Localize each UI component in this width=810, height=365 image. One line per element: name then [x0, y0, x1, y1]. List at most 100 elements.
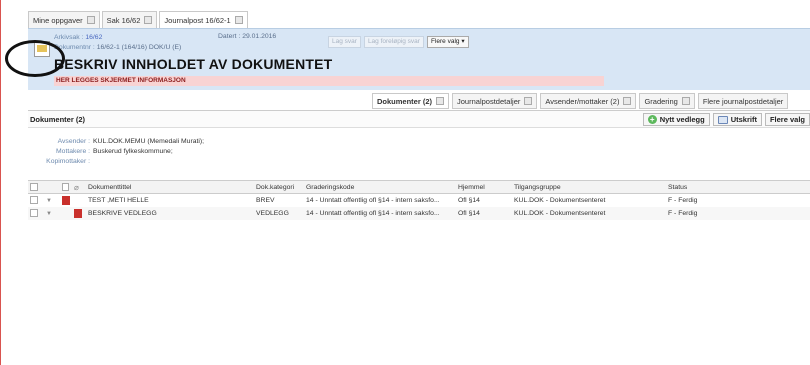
journalpost-header: Arkivsak : 16/62 Dokumentnr : 16/62-1 (1…	[28, 28, 810, 90]
pdf-icon[interactable]	[74, 208, 82, 218]
row-attach-cell	[72, 206, 86, 220]
row-type-cell	[60, 194, 72, 207]
select-all-cell	[28, 180, 44, 194]
new-attachment-button[interactable]: + Nytt vedlegg	[642, 113, 710, 126]
cell-hjemmel: Ofl §14	[456, 206, 512, 220]
cell-graderingskode: 14 - Unntatt offentlig ofl §14 - intern …	[306, 196, 440, 204]
paperclip-icon: ⌀	[74, 182, 79, 192]
cell-dok-kategori: VEDLEGG	[254, 206, 304, 220]
dokumentnr-value: 16/62-1 (164/16) DOK/U (E)	[96, 44, 182, 51]
toolbar-actions: + Nytt vedlegg Utskrift Flere valg	[642, 113, 810, 126]
table-header: ⌀ Dokumenttittel Dok.kategori Graderings…	[28, 180, 810, 194]
cell-hjemmel: Ofl §14	[458, 196, 480, 204]
tab-journalpostdetaljer[interactable]: Journalpostdetaljer	[452, 93, 538, 109]
cell-dok-kategori: BREV	[256, 196, 275, 204]
row-select-cell	[28, 206, 44, 220]
row-type-cell	[60, 206, 72, 220]
printer-icon	[717, 115, 728, 124]
cell-status: F - Ferdig	[668, 196, 698, 204]
close-icon[interactable]	[86, 16, 95, 24]
button-label: Utskrift	[730, 115, 757, 124]
tab-gradering[interactable]: Gradering	[639, 93, 695, 109]
tab-label: Dokumenter (2)	[377, 96, 433, 106]
col-tilgangsgruppe[interactable]: Tilgangsgruppe	[512, 180, 666, 194]
dato-value: 29.01.2016	[242, 33, 277, 40]
expand-col	[44, 180, 60, 194]
col-dokumenttittel[interactable]: Dokumenttittel	[86, 180, 254, 194]
tab-label: Gradering	[644, 96, 678, 106]
doc-col	[60, 180, 72, 194]
table-row[interactable]: ▼ TEST ,METI HELLE BREV 14 - Unntatt off…	[28, 194, 810, 207]
screened-info: HER LEGGES SKJERMET INFORMASJON	[54, 76, 604, 86]
table-row[interactable]: ▼ BESKRIVE VEDLEGG VEDLEGG 14 - Unntatt …	[28, 206, 810, 220]
top-tabbar: Mine oppgaver Sak 16/62 Journalpost 16/6…	[28, 11, 248, 28]
button-label: Flere valg	[769, 115, 805, 124]
row-checkbox[interactable]	[30, 196, 38, 205]
sub-tabbar: Dokumenter (2) Journalpostdetaljer Avsen…	[372, 93, 789, 109]
cell-dokumenttittel[interactable]: BESKRIVE VEDLEGG	[86, 206, 254, 220]
row-attach-cell	[72, 194, 86, 207]
dato-label: Datert :	[218, 33, 241, 40]
documents-toolbar: Dokumenter (2) + Nytt vedlegg Utskrift Fl…	[28, 110, 810, 128]
arkivsak-label: Arkivsak :	[54, 34, 84, 41]
page-title: BESKRIV INNHOLDET AV DOKUMENTET	[54, 56, 333, 72]
cell-tilgangsgruppe: KUL.DOK - Dokumentsenteret	[514, 196, 606, 204]
lag-svar-button[interactable]: Lag svar	[328, 36, 361, 48]
tab-journalpost[interactable]: Journalpost 16/62-1	[159, 11, 248, 28]
mottakere-label: Mottakere :	[56, 148, 90, 155]
row-checkbox[interactable]	[30, 209, 38, 217]
tab-label: Mine oppgaver	[33, 15, 83, 25]
tab-label: Flere journalpostdetaljer	[702, 96, 784, 106]
avsender-label: Avsender :	[57, 138, 90, 145]
tab-label: Journalpost 16/62-1	[164, 15, 231, 25]
cell-graderingskode: 14 - Unntatt offentlig ofl §14 - intern …	[304, 206, 456, 220]
close-icon[interactable]	[681, 97, 690, 105]
row-select-cell	[28, 194, 44, 207]
close-icon[interactable]	[234, 16, 243, 24]
attach-col: ⌀	[72, 180, 86, 194]
close-icon[interactable]	[623, 97, 632, 105]
row-expand-cell: ▼	[44, 206, 60, 220]
button-label: Nytt vedlegg	[659, 115, 705, 124]
chevron-down-icon[interactable]: ▼	[46, 211, 52, 217]
plus-icon: +	[647, 115, 657, 124]
select-all-checkbox[interactable]	[30, 183, 38, 191]
avsender-value: KUL.DOK.MEMU (Memedali Murati);	[93, 138, 205, 145]
tab-label: Sak 16/62	[106, 15, 141, 25]
section-title: Dokumenter (2)	[30, 115, 86, 124]
close-icon[interactable]	[524, 97, 533, 105]
close-icon[interactable]	[144, 16, 153, 24]
cell-status: F - Ferdig	[666, 206, 810, 220]
pdf-icon[interactable]	[62, 195, 70, 205]
kopimottaker-label: Kopimottaker :	[46, 158, 90, 165]
header-meta: Arkivsak : 16/62 Dokumentnr : 16/62-1 (1…	[54, 33, 181, 53]
col-graderingskode[interactable]: Graderingskode	[304, 180, 456, 194]
tab-label: Journalpostdetaljer	[457, 96, 521, 106]
col-status[interactable]: Status	[666, 180, 810, 194]
annotation-circle	[5, 40, 65, 77]
print-button[interactable]: Utskrift	[712, 113, 762, 126]
header-buttons: Lag svar Lag foreløpig svar Flere valg ▾	[328, 36, 469, 48]
tab-dokumenter[interactable]: Dokumenter (2)	[372, 93, 450, 109]
dato: Datert : 29.01.2016	[218, 33, 276, 40]
document-icon	[62, 183, 69, 191]
row-expand-cell: ▼	[44, 194, 60, 207]
cell-dokumenttittel[interactable]: TEST ,METI HELLE	[86, 194, 254, 207]
tab-flere-journalpostdetaljer[interactable]: Flere journalpostdetaljer	[697, 93, 789, 109]
col-dok-kategori[interactable]: Dok.kategori	[254, 180, 304, 194]
tab-sak[interactable]: Sak 16/62	[101, 11, 158, 28]
close-icon[interactable]	[436, 97, 445, 105]
more-options-button[interactable]: Flere valg	[764, 113, 810, 126]
cell-tilgangsgruppe: KUL.DOK - Dokumentsenteret	[512, 206, 666, 220]
parties-panel: Avsender : KUL.DOK.MEMU (Memedali Murati)…	[28, 137, 204, 167]
chevron-down-icon[interactable]: ▼	[46, 198, 52, 204]
flere-valg-dropdown[interactable]: Flere valg ▾	[426, 36, 469, 48]
tab-mine-oppgaver[interactable]: Mine oppgaver	[28, 11, 100, 28]
arkivsak-link[interactable]: 16/62	[85, 34, 102, 41]
mottakere-value: Buskerud fylkeskommune;	[93, 148, 173, 155]
tab-avsender-mottaker[interactable]: Avsender/mottaker (2)	[540, 93, 637, 109]
tab-label: Avsender/mottaker (2)	[545, 96, 620, 106]
documents-table: ⌀ Dokumenttittel Dok.kategori Graderings…	[28, 180, 810, 220]
col-hjemmel[interactable]: Hjemmel	[456, 180, 512, 194]
lag-forelopig-svar-button[interactable]: Lag foreløpig svar	[363, 36, 424, 48]
